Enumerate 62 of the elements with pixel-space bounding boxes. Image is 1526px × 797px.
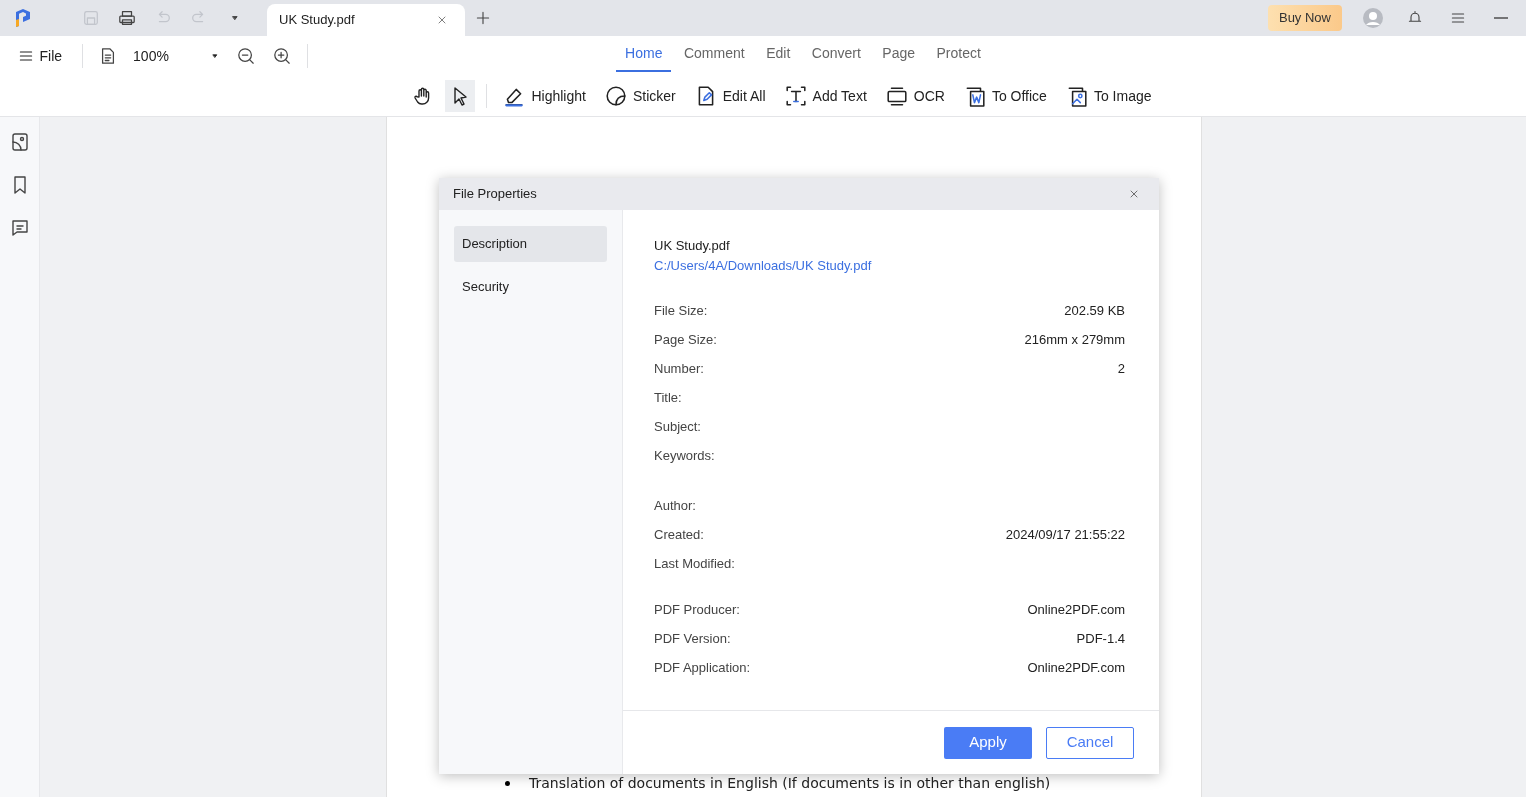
bullet-dot xyxy=(505,780,510,786)
highlight-tool-button[interactable]: Highlight xyxy=(497,82,592,110)
select-tool-button[interactable] xyxy=(445,80,476,112)
file-menu-button[interactable]: File xyxy=(14,42,69,70)
property-label: PDF Producer: xyxy=(654,600,740,619)
save-icon xyxy=(82,9,100,27)
menu-icon xyxy=(1450,10,1466,26)
menu-icon xyxy=(17,48,34,64)
tab-title: UK Study.pdf xyxy=(279,11,355,30)
zoom-dropdown[interactable]: 100% xyxy=(133,45,222,67)
file-path-link[interactable]: C:/Users/4A/Downloads/UK Study.pdf xyxy=(654,257,872,273)
ribbon-tab[interactable]: Home xyxy=(616,40,672,72)
text-tool-button[interactable]: Add Text xyxy=(778,82,873,110)
property-value: 2 xyxy=(1117,359,1125,378)
sticker-icon xyxy=(604,85,627,107)
dialog-nav-item[interactable]: Description xyxy=(454,226,607,262)
property-label: Author: xyxy=(654,496,696,515)
plus-icon xyxy=(475,10,491,26)
ribbon-tab[interactable]: Comment xyxy=(674,40,754,72)
property-label: Subject: xyxy=(654,417,701,436)
print-icon xyxy=(118,9,136,27)
thumbnail-icon xyxy=(9,132,30,152)
property-value: 216mm x 279mm xyxy=(1024,330,1125,349)
dialog-title: File Properties xyxy=(453,185,537,204)
close-icon xyxy=(1128,188,1140,200)
buy-now-button[interactable]: Buy Now xyxy=(1267,5,1342,31)
cancel-button[interactable]: Cancel xyxy=(1046,726,1134,759)
property-label: PDF Version: xyxy=(654,629,731,648)
office-tool-button[interactable]: To Office xyxy=(957,82,1053,110)
file-name: UK Study.pdf xyxy=(654,237,731,255)
property-value: PDF-1.4 xyxy=(1076,629,1125,648)
property-value: Online2PDF.com xyxy=(1027,600,1125,619)
image-tool-button[interactable]: To Image xyxy=(1059,82,1158,110)
property-label: PDF Application: xyxy=(654,658,751,677)
ribbon-tab[interactable]: Page xyxy=(873,40,924,72)
property-label: Title: xyxy=(654,388,682,407)
property-value: Online2PDF.com xyxy=(1027,658,1125,677)
property-label: Created: xyxy=(654,525,704,544)
text-box-icon xyxy=(784,85,807,107)
property-value: 2024/09/17 21:55:22 xyxy=(1005,525,1125,544)
ribbon-tab[interactable]: Convert xyxy=(802,40,870,72)
property-label: Page Size: xyxy=(654,330,717,349)
zoom-out-icon xyxy=(237,47,256,65)
ribbon-tab[interactable]: Edit xyxy=(757,40,800,72)
ocr-tool-button[interactable]: OCR xyxy=(879,82,951,110)
zoom-in-icon xyxy=(273,47,292,65)
minimize-icon xyxy=(1494,17,1508,19)
property-label: Number: xyxy=(654,359,704,378)
apply-button[interactable]: Apply xyxy=(944,726,1032,759)
property-label: Last Modified: xyxy=(654,554,735,573)
property-value: 202.59 KB xyxy=(1064,301,1125,320)
property-label: File Size: xyxy=(654,301,708,320)
document-tab[interactable]: UK Study.pdf xyxy=(267,4,465,36)
ribbon-tab[interactable]: Protect xyxy=(927,40,990,72)
app-logo-icon xyxy=(14,8,32,28)
property-label: Keywords: xyxy=(654,446,715,465)
comment-icon xyxy=(9,218,30,238)
edit-tool-button[interactable]: Edit All xyxy=(688,82,772,110)
dialog-nav-item[interactable]: Security xyxy=(454,268,607,304)
sticker-tool-button[interactable]: Sticker xyxy=(598,82,682,110)
document-text: Translation of documents in English (If documents is in other than english) xyxy=(529,773,1051,793)
close-icon xyxy=(436,14,448,26)
